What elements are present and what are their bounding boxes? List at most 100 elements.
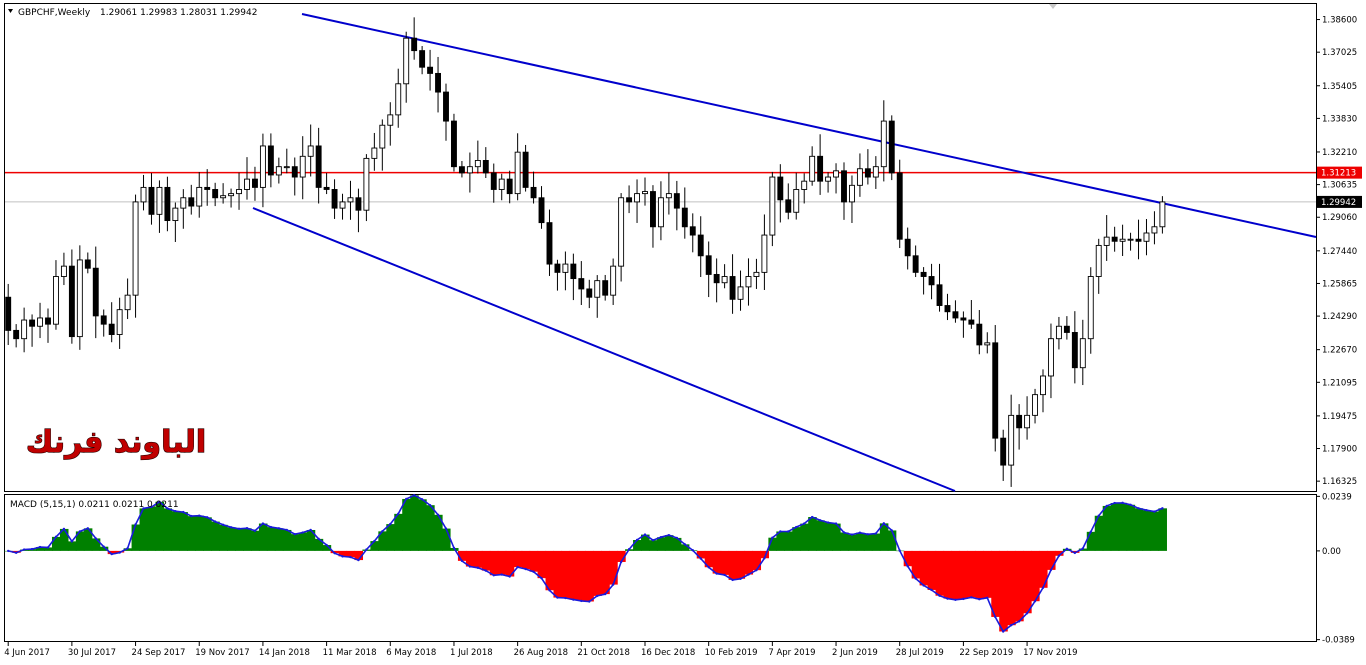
candle-body-bear xyxy=(435,72,441,93)
macd-bar xyxy=(784,531,793,551)
candle-body-bear xyxy=(538,197,545,224)
candle-body-bear xyxy=(864,168,871,178)
candle-body-bull xyxy=(745,276,752,288)
macd-bar xyxy=(712,550,722,574)
candle-body-bear xyxy=(267,145,274,176)
time-tick-label: 22 Sep 2019 xyxy=(959,648,1013,658)
time-tick-label: 1 Jul 2018 xyxy=(450,648,493,658)
macd-bar xyxy=(171,511,180,551)
candle-body-bull xyxy=(1143,232,1150,242)
macd-point xyxy=(739,577,742,580)
macd-point xyxy=(516,565,519,569)
candle-body-bull xyxy=(347,197,354,203)
macd-point xyxy=(1073,551,1077,555)
macd-bar xyxy=(91,538,101,551)
macd-bar xyxy=(1031,550,1040,602)
candle-body-bear xyxy=(1135,238,1142,242)
macd-point xyxy=(1129,503,1132,506)
macd-bar xyxy=(800,523,809,551)
macd-point xyxy=(962,597,965,601)
symbol-menu[interactable]: GBPCHF,Weekly xyxy=(8,8,91,18)
macd-point xyxy=(484,569,487,572)
candle-body-bull xyxy=(395,83,402,116)
macd-point xyxy=(94,537,97,540)
candle-body-bear xyxy=(458,166,465,174)
macd-point xyxy=(1089,530,1092,534)
candle-body-bull xyxy=(1055,325,1062,340)
macd-point xyxy=(635,538,639,542)
macd-point xyxy=(1033,600,1037,603)
macd-bar xyxy=(728,550,738,580)
macd-point xyxy=(381,530,384,533)
macd-point xyxy=(213,520,217,523)
candle-body-bear xyxy=(729,276,736,300)
macd-point xyxy=(508,575,511,578)
macd-point xyxy=(397,512,400,516)
macd-bar xyxy=(243,528,252,551)
macd-point xyxy=(691,549,694,552)
macd-bar xyxy=(927,550,937,590)
macd-bar xyxy=(1023,550,1032,614)
macd-point xyxy=(914,577,917,580)
candle-body-bear xyxy=(530,186,537,199)
macd-point xyxy=(405,497,408,501)
candle-body-bull xyxy=(825,176,832,182)
candle-body-bull xyxy=(339,201,346,209)
macd-bar xyxy=(943,550,953,599)
macd-bar xyxy=(402,498,411,551)
macd-bar xyxy=(553,550,563,598)
candle-body-bull xyxy=(1079,338,1086,369)
macd-point xyxy=(293,532,296,536)
macd-point xyxy=(890,529,893,532)
macd-tick-label: 0.0239 xyxy=(1322,492,1352,502)
macd-tick-label: 0.00 xyxy=(1322,547,1341,557)
macd-point xyxy=(285,528,288,532)
candle-body-bear xyxy=(164,186,171,222)
macd-point xyxy=(62,527,66,531)
candle-body-bear xyxy=(355,197,362,211)
macd-point xyxy=(78,530,82,533)
candle-body-bear xyxy=(68,265,75,338)
macd-point xyxy=(317,537,320,541)
macd-bar xyxy=(426,505,435,551)
macd-bar xyxy=(1110,503,1120,551)
macd-bar xyxy=(601,550,610,595)
macd-bar xyxy=(648,540,658,551)
candle-body-bear xyxy=(451,120,457,168)
macd-point xyxy=(986,596,989,600)
macd-bar xyxy=(179,512,188,551)
macd-point xyxy=(206,516,209,519)
macd-bar xyxy=(489,550,499,576)
candle-body-bull xyxy=(21,319,28,340)
candle-body-bull xyxy=(299,155,306,178)
time-tick-label: 11 Mar 2018 xyxy=(323,648,377,658)
macd-bar xyxy=(51,536,61,551)
macd-bar xyxy=(203,517,212,551)
candle-body-bull xyxy=(721,276,728,284)
time-tick-label: 2 Jun 2019 xyxy=(832,648,878,658)
macd-point xyxy=(301,531,304,534)
macd-bar xyxy=(577,550,586,601)
macd-bar xyxy=(808,517,817,551)
macd-point xyxy=(174,509,177,513)
candle-body-bull xyxy=(809,155,816,182)
candle-body-bear xyxy=(777,176,784,201)
candle-body-bull xyxy=(1008,414,1015,466)
macd-point xyxy=(182,510,185,514)
macd-point xyxy=(221,523,225,527)
macd-point xyxy=(237,527,241,531)
time-tick-label: 6 May 2018 xyxy=(386,648,436,658)
macd-bar xyxy=(736,550,746,579)
macd-point xyxy=(46,546,50,549)
candle-body-bull xyxy=(116,309,123,335)
macd-point xyxy=(818,519,822,522)
macd-point xyxy=(190,514,193,518)
macd-bar xyxy=(1158,508,1167,551)
macd-point xyxy=(1137,507,1140,510)
price-pane[interactable] xyxy=(4,3,1317,492)
candle-body-bull xyxy=(594,280,601,298)
macd-point xyxy=(1017,620,1021,623)
candle-body-bear xyxy=(689,226,696,236)
macd-point xyxy=(1097,514,1100,517)
macd-point xyxy=(596,594,599,598)
